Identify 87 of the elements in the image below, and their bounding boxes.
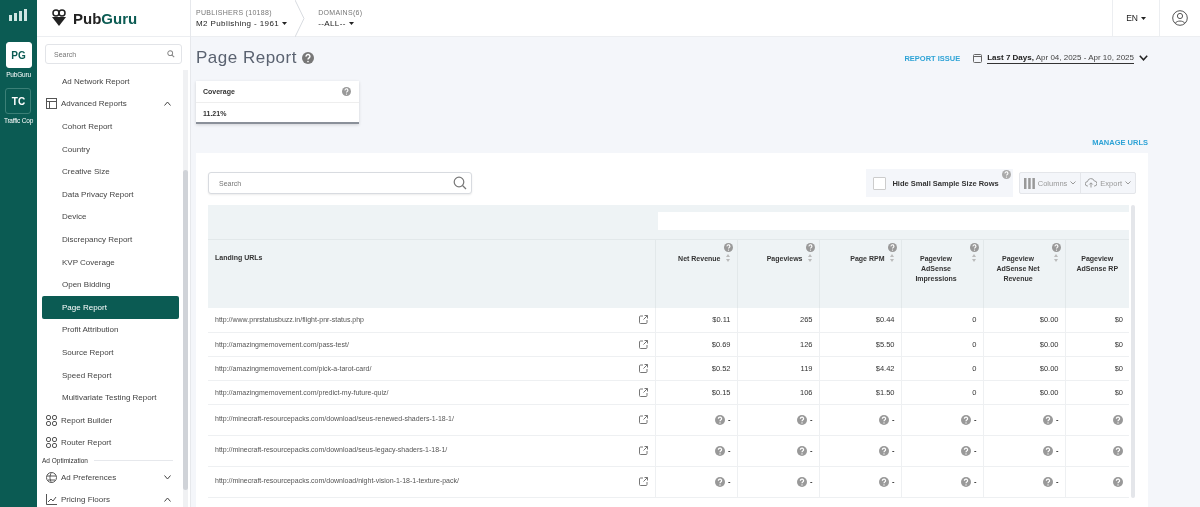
sidebar-item[interactable]: Page Report xyxy=(42,295,179,319)
sidebar-group[interactable]: Router Report xyxy=(61,438,112,448)
help-icon[interactable] xyxy=(797,414,807,425)
breadcrumb-separator xyxy=(295,0,306,37)
help-icon[interactable] xyxy=(1113,414,1123,425)
help-icon[interactable] xyxy=(961,414,971,425)
help-icon[interactable] xyxy=(301,52,314,64)
caret-icon xyxy=(282,21,288,25)
help-icon[interactable] xyxy=(715,445,725,456)
sidebar-item[interactable]: Multivariate Testing Report xyxy=(42,386,179,409)
sidebar-item[interactable]: KVP Coverage xyxy=(42,250,179,274)
sidebar-item[interactable]: Country xyxy=(42,137,179,161)
page-title: Page Report xyxy=(196,48,297,68)
breadcrumb-dropdown[interactable]: --ALL-- xyxy=(318,18,363,28)
sort-icon[interactable] xyxy=(808,254,812,262)
sidebar-item[interactable]: Creative Size xyxy=(42,160,179,183)
chevron-down-icon xyxy=(1070,181,1077,185)
help-icon[interactable] xyxy=(1113,445,1123,456)
help-icon[interactable] xyxy=(1001,170,1011,179)
sidebar-item[interactable]: Profit Attribution xyxy=(42,318,179,342)
help-icon[interactable] xyxy=(342,87,351,96)
cloud-upload-icon xyxy=(1085,178,1098,188)
help-icon[interactable] xyxy=(1043,445,1053,456)
help-icon[interactable] xyxy=(715,414,725,425)
external-link-icon[interactable] xyxy=(638,387,648,397)
sidebar-item[interactable]: Device xyxy=(42,205,179,229)
help-icon[interactable] xyxy=(879,414,889,425)
sort-icon[interactable] xyxy=(726,254,730,262)
app-tile[interactable]: TC xyxy=(5,88,32,114)
sidebar-item[interactable]: Source Report xyxy=(42,341,179,364)
help-icon[interactable] xyxy=(723,243,733,252)
globe-icon xyxy=(46,471,57,483)
scrollbar[interactable] xyxy=(183,70,188,507)
help-icon[interactable] xyxy=(1113,476,1123,487)
help-icon[interactable] xyxy=(879,445,889,456)
help-icon[interactable] xyxy=(715,476,725,487)
caret-icon xyxy=(348,21,354,25)
help-icon[interactable] xyxy=(797,476,807,487)
calendar-icon xyxy=(973,53,983,63)
sort-icon[interactable] xyxy=(1054,254,1058,262)
help-icon[interactable] xyxy=(969,243,979,252)
app-tile[interactable]: PG xyxy=(5,42,32,68)
caret-icon xyxy=(1141,17,1146,21)
line-chart-icon xyxy=(46,494,57,506)
sidebar-group[interactable]: Pricing Floors xyxy=(61,495,110,505)
help-icon[interactable] xyxy=(797,445,807,456)
sidebar-item[interactable]: Discrepancy Report xyxy=(42,228,179,251)
sidebar-item[interactable]: Speed Report xyxy=(42,363,179,387)
sidebar-group[interactable]: Report Builder xyxy=(61,415,113,425)
sidebar-item[interactable]: Open Bidding xyxy=(42,273,179,296)
columns-icon xyxy=(1023,177,1035,189)
logo-icon xyxy=(51,9,67,27)
grid-icon xyxy=(46,414,57,426)
chevron-down-icon xyxy=(1125,181,1131,185)
external-link-icon[interactable] xyxy=(638,446,648,455)
sort-icon[interactable] xyxy=(890,254,894,262)
external-link-icon[interactable] xyxy=(638,415,648,424)
external-link-icon[interactable] xyxy=(638,315,648,325)
user-icon[interactable] xyxy=(1172,10,1188,26)
chevron-down-icon xyxy=(1139,55,1148,61)
help-icon[interactable] xyxy=(1051,243,1061,252)
sidebar-item[interactable]: Data Privacy Report xyxy=(42,182,179,206)
grid-icon xyxy=(46,437,57,449)
help-icon[interactable] xyxy=(805,243,815,252)
help-icon[interactable] xyxy=(1043,476,1053,487)
date-range-dropdown[interactable]: Last 7 Days, Apr 04, 2025 - Apr 10, 2025 xyxy=(987,52,1134,64)
table-icon xyxy=(46,98,57,110)
brand-name: PubGuru xyxy=(73,9,138,27)
sidebar-group[interactable]: Ad Preferences xyxy=(61,472,117,482)
external-link-icon[interactable] xyxy=(638,339,648,349)
checkbox[interactable] xyxy=(873,176,887,190)
help-icon[interactable] xyxy=(961,445,971,456)
sidebar-item[interactable]: Cohort Report xyxy=(42,115,179,138)
external-link-icon[interactable] xyxy=(638,363,648,373)
help-icon[interactable] xyxy=(1043,414,1053,425)
help-icon[interactable] xyxy=(879,476,889,487)
sidebar-item[interactable]: Ad Network Report xyxy=(42,70,179,93)
sort-icon[interactable] xyxy=(972,254,976,262)
logo-icon xyxy=(7,8,30,22)
help-icon[interactable] xyxy=(961,476,971,487)
search-icon xyxy=(453,176,467,190)
breadcrumb-dropdown[interactable]: M2 Publishing - 1961 xyxy=(196,18,288,28)
search-icon xyxy=(167,50,175,58)
external-link-icon[interactable] xyxy=(638,477,648,486)
sidebar-group[interactable]: Advanced Reports xyxy=(61,99,127,109)
help-icon[interactable] xyxy=(887,243,897,252)
language-dropdown[interactable]: EN xyxy=(1112,0,1159,36)
